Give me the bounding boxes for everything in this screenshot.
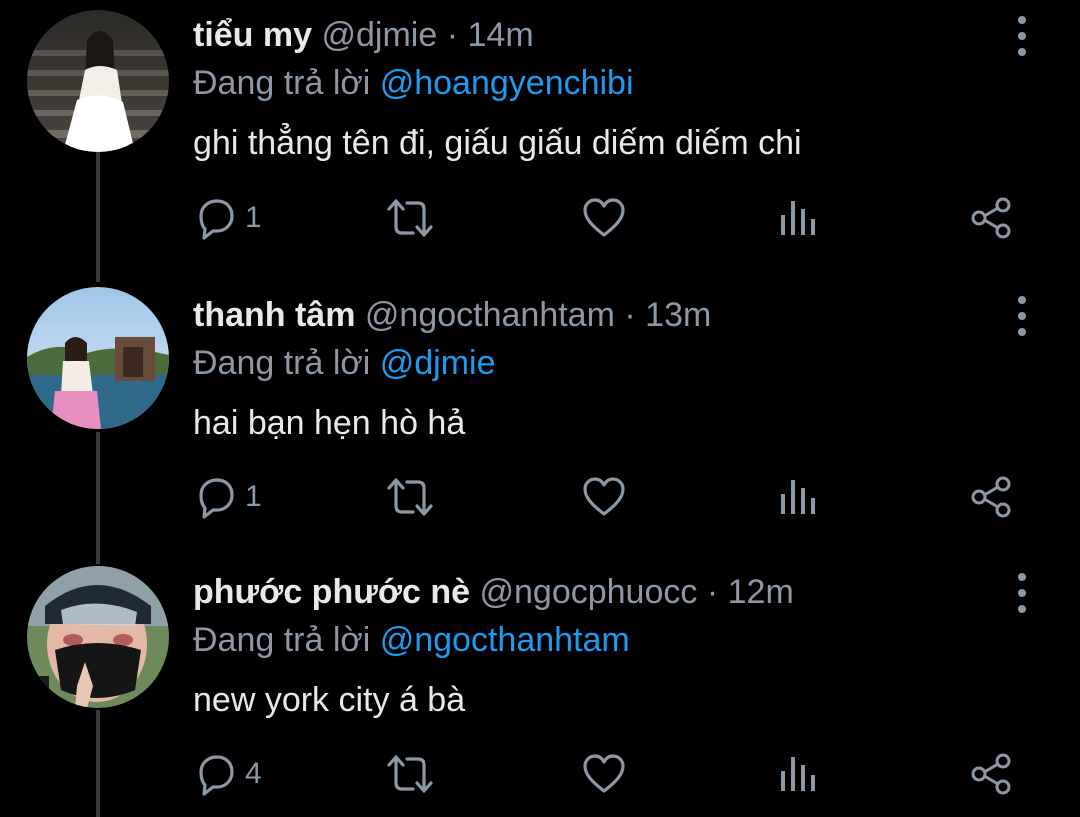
retweet-icon bbox=[387, 755, 433, 793]
like-button[interactable] bbox=[581, 472, 627, 522]
tweet-header: tiểu my @djmie · 14m bbox=[193, 14, 534, 56]
replying-prefix: Đang trả lời bbox=[193, 621, 371, 659]
analytics-icon bbox=[781, 757, 815, 791]
reply-tweet[interactable]: phước phước nè @ngocphuocc · 12m Đang tr… bbox=[0, 557, 1080, 817]
reply-button[interactable]: 4 bbox=[193, 749, 262, 799]
separator-dot: · bbox=[624, 296, 636, 334]
separator-dot: · bbox=[446, 16, 459, 54]
like-button[interactable] bbox=[581, 749, 627, 799]
display-name[interactable]: tiểu my bbox=[193, 16, 312, 54]
tweet-header: phước phước nè @ngocphuocc · 12m bbox=[193, 571, 794, 613]
retweet-icon bbox=[387, 478, 433, 516]
more-icon[interactable] bbox=[1008, 296, 1036, 336]
reply-count: 4 bbox=[245, 757, 262, 790]
retweet-icon bbox=[387, 199, 433, 237]
reply-count: 1 bbox=[245, 480, 262, 513]
mention-link[interactable]: @hoangyenchibi bbox=[380, 64, 634, 102]
like-icon bbox=[583, 754, 625, 793]
action-bar: 1 bbox=[0, 193, 1080, 243]
like-icon bbox=[583, 198, 625, 237]
reply-button[interactable]: 1 bbox=[193, 472, 262, 522]
tweet-text: new york city á bà bbox=[193, 681, 466, 719]
reply-button[interactable]: 1 bbox=[193, 193, 262, 243]
user-handle[interactable]: @ngocthanhtam bbox=[365, 296, 615, 334]
display-name[interactable]: phước phước nè bbox=[193, 573, 470, 611]
reply-count: 1 bbox=[245, 201, 262, 234]
avatar[interactable] bbox=[27, 566, 169, 708]
share-icon bbox=[971, 476, 1011, 518]
user-handle[interactable]: @ngocphuocc bbox=[480, 573, 698, 611]
more-icon[interactable] bbox=[1008, 573, 1036, 613]
replying-to: Đang trả lời @hoangyenchibi bbox=[193, 62, 634, 104]
analytics-button[interactable] bbox=[778, 749, 818, 799]
tweet-text: ghi thẳng tên đi, giấu giấu diếm diếm ch… bbox=[193, 124, 802, 162]
action-bar: 4 bbox=[0, 749, 1080, 799]
timestamp[interactable]: 14m bbox=[468, 16, 534, 54]
reply-tweet[interactable]: tiểu my @djmie · 14m Đang trả lời @hoang… bbox=[0, 0, 1080, 280]
more-icon[interactable] bbox=[1008, 16, 1036, 56]
reply-icon bbox=[199, 199, 234, 240]
analytics-icon bbox=[781, 480, 815, 514]
avatar[interactable] bbox=[27, 10, 169, 152]
like-icon bbox=[583, 477, 625, 516]
tweet-header: thanh tâm @ngocthanhtam · 13m bbox=[193, 294, 711, 336]
action-bar: 1 bbox=[0, 472, 1080, 522]
avatar-image bbox=[27, 287, 169, 429]
retweet-button[interactable] bbox=[385, 749, 435, 799]
share-button[interactable] bbox=[969, 749, 1015, 799]
replying-to: Đang trả lời @ngocthanhtam bbox=[193, 619, 630, 661]
retweet-button[interactable] bbox=[385, 193, 435, 243]
mention-link[interactable]: @djmie bbox=[380, 344, 496, 382]
like-button[interactable] bbox=[581, 193, 627, 243]
separator-dot: · bbox=[706, 573, 719, 611]
share-icon bbox=[971, 197, 1011, 239]
reply-icon bbox=[199, 755, 234, 796]
user-handle[interactable]: @djmie bbox=[322, 16, 438, 54]
avatar-image bbox=[27, 10, 169, 152]
share-icon bbox=[971, 753, 1011, 795]
timestamp[interactable]: 12m bbox=[728, 573, 794, 611]
avatar-image bbox=[27, 566, 169, 708]
analytics-button[interactable] bbox=[778, 193, 818, 243]
mention-link[interactable]: @ngocthanhtam bbox=[380, 621, 630, 659]
replying-prefix: Đang trả lời bbox=[193, 64, 371, 102]
avatar[interactable] bbox=[27, 287, 169, 429]
display-name[interactable]: thanh tâm bbox=[193, 296, 355, 334]
share-button[interactable] bbox=[969, 472, 1015, 522]
share-button[interactable] bbox=[969, 193, 1015, 243]
reply-tweet[interactable]: thanh tâm @ngocthanhtam · 13m Đang trả l… bbox=[0, 280, 1080, 560]
replying-to: Đang trả lời @djmie bbox=[193, 342, 495, 384]
retweet-button[interactable] bbox=[385, 472, 435, 522]
replying-prefix: Đang trả lời bbox=[193, 344, 371, 382]
tweet-text: hai bạn hẹn hò hả bbox=[193, 404, 466, 442]
analytics-button[interactable] bbox=[778, 472, 818, 522]
timestamp[interactable]: 13m bbox=[645, 296, 711, 334]
analytics-icon bbox=[781, 201, 815, 235]
reply-icon bbox=[199, 478, 234, 519]
